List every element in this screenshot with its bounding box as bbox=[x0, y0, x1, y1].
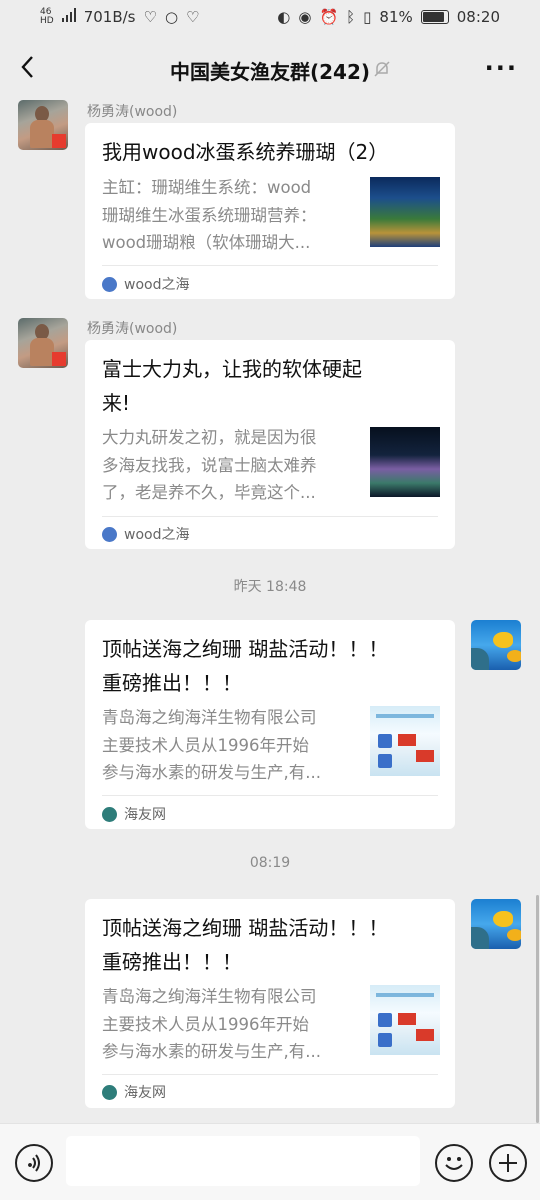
card-description: 青岛海之绚海洋生物有限公司 主要技术人员从1996年开始 参与海水素的研发与生产… bbox=[102, 708, 321, 782]
more-actions-button[interactable] bbox=[489, 1144, 527, 1182]
more-options-button[interactable]: ··· bbox=[485, 54, 518, 82]
card-thumbnail bbox=[370, 177, 440, 247]
card-description: 大力丸研发之初，就是因为很 多海友找我，说富士脑太难养 了，老是养不久，毕竟这个… bbox=[102, 428, 317, 502]
link-card[interactable]: 富士大力丸，让我的软体硬起 来! 大力丸研发之初，就是因为很 多海友找我，说富士… bbox=[85, 340, 455, 549]
input-bar bbox=[0, 1123, 540, 1200]
status-right: ◐ ◉ ⏰ ᛒ ▯ 81% 08:20 bbox=[277, 8, 500, 26]
card-source: 海友网 bbox=[102, 1082, 166, 1102]
avatar[interactable] bbox=[18, 100, 68, 150]
card-source: wood之海 bbox=[102, 274, 189, 294]
battery-percent: 81% bbox=[379, 8, 413, 26]
alarm-icon: ⏰ bbox=[319, 8, 339, 26]
network-speed: 701B/s bbox=[83, 8, 136, 26]
timestamp: 08:19 bbox=[249, 855, 291, 871]
card-title: 顶帖送海之绚珊 瑚盐活动！！！ 重磅推出！！！ bbox=[102, 916, 389, 974]
self-avatar[interactable] bbox=[471, 620, 521, 670]
mute-bell-icon bbox=[372, 59, 392, 79]
self-avatar[interactable] bbox=[471, 899, 521, 949]
heart-icon-2: ♡ bbox=[186, 8, 200, 26]
source-logo-icon bbox=[102, 526, 117, 542]
timestamp: 昨天 18:48 bbox=[233, 579, 307, 595]
card-title: 富士大力丸，让我的软体硬起 来! bbox=[102, 357, 362, 415]
voice-input-button[interactable] bbox=[15, 1144, 53, 1182]
message-input[interactable] bbox=[66, 1136, 420, 1186]
status-left: 46 HD 701B/s ♡ ○ ♡ bbox=[40, 7, 200, 27]
card-thumbnail bbox=[370, 427, 440, 497]
clock: 08:20 bbox=[456, 8, 500, 26]
card-thumbnail bbox=[370, 985, 440, 1055]
link-card[interactable]: 顶帖送海之绚珊 瑚盐活动！！！ 重磅推出！！！ 青岛海之绚海洋生物有限公司 主要… bbox=[85, 899, 455, 1108]
vibrate-icon: ▯ bbox=[363, 8, 372, 26]
eye-icon: ◉ bbox=[298, 8, 312, 26]
card-source: wood之海 bbox=[102, 524, 189, 544]
source-logo-icon bbox=[102, 276, 117, 292]
smiley-icon bbox=[445, 1157, 463, 1170]
battery-icon bbox=[420, 10, 449, 24]
card-thumbnail bbox=[370, 706, 440, 776]
sender-name: 杨勇涛(wood) bbox=[87, 321, 178, 337]
chat-title: 中国美女渔友群(242) bbox=[169, 60, 371, 84]
flag-icon bbox=[52, 352, 66, 366]
signal-bars-icon bbox=[61, 8, 76, 26]
card-description: 青岛海之绚海洋生物有限公司 主要技术人员从1996年开始 参与海水素的研发与生产… bbox=[102, 987, 321, 1061]
bluetooth-icon: ᛒ bbox=[346, 8, 356, 26]
link-card[interactable]: 顶帖送海之绚珊 瑚盐活动！！！ 重磅推出！！！ 青岛海之绚海洋生物有限公司 主要… bbox=[85, 620, 455, 829]
source-logo-icon bbox=[102, 1084, 117, 1100]
emoji-button[interactable] bbox=[435, 1144, 473, 1182]
chat-header: 中国美女渔友群(242) ··· bbox=[0, 40, 540, 98]
circle-icon: ○ bbox=[164, 8, 179, 26]
voice-icon bbox=[28, 1154, 40, 1172]
sender-name: 杨勇涛(wood) bbox=[87, 104, 178, 120]
flag-icon bbox=[52, 134, 66, 148]
nfc-icon: ◐ bbox=[277, 8, 291, 26]
status-bar: 46 HD 701B/s ♡ ○ ♡ ◐ ◉ ⏰ ᛒ ▯ 81% 08:20 bbox=[0, 0, 540, 38]
card-title: 顶帖送海之绚珊 瑚盐活动！！！ 重磅推出！！！ bbox=[102, 637, 389, 695]
card-source: 海友网 bbox=[102, 804, 166, 824]
network-type: 46 HD bbox=[40, 7, 54, 26]
card-description: 主缸：珊瑚维生系统：wood 珊瑚维生冰蛋系统珊瑚营养： wood珊瑚粮（软体珊… bbox=[102, 178, 317, 252]
scrollbar[interactable] bbox=[536, 895, 539, 1123]
avatar[interactable] bbox=[18, 318, 68, 368]
heart-icon: ♡ bbox=[143, 8, 157, 26]
link-card[interactable]: 我用wood冰蛋系统养珊瑚（2） 主缸：珊瑚维生系统：wood 珊瑚维生冰蛋系统… bbox=[85, 123, 455, 299]
source-logo-icon bbox=[102, 806, 117, 822]
card-title: 我用wood冰蛋系统养珊瑚（2） bbox=[102, 140, 389, 164]
plus-icon bbox=[499, 1154, 517, 1172]
